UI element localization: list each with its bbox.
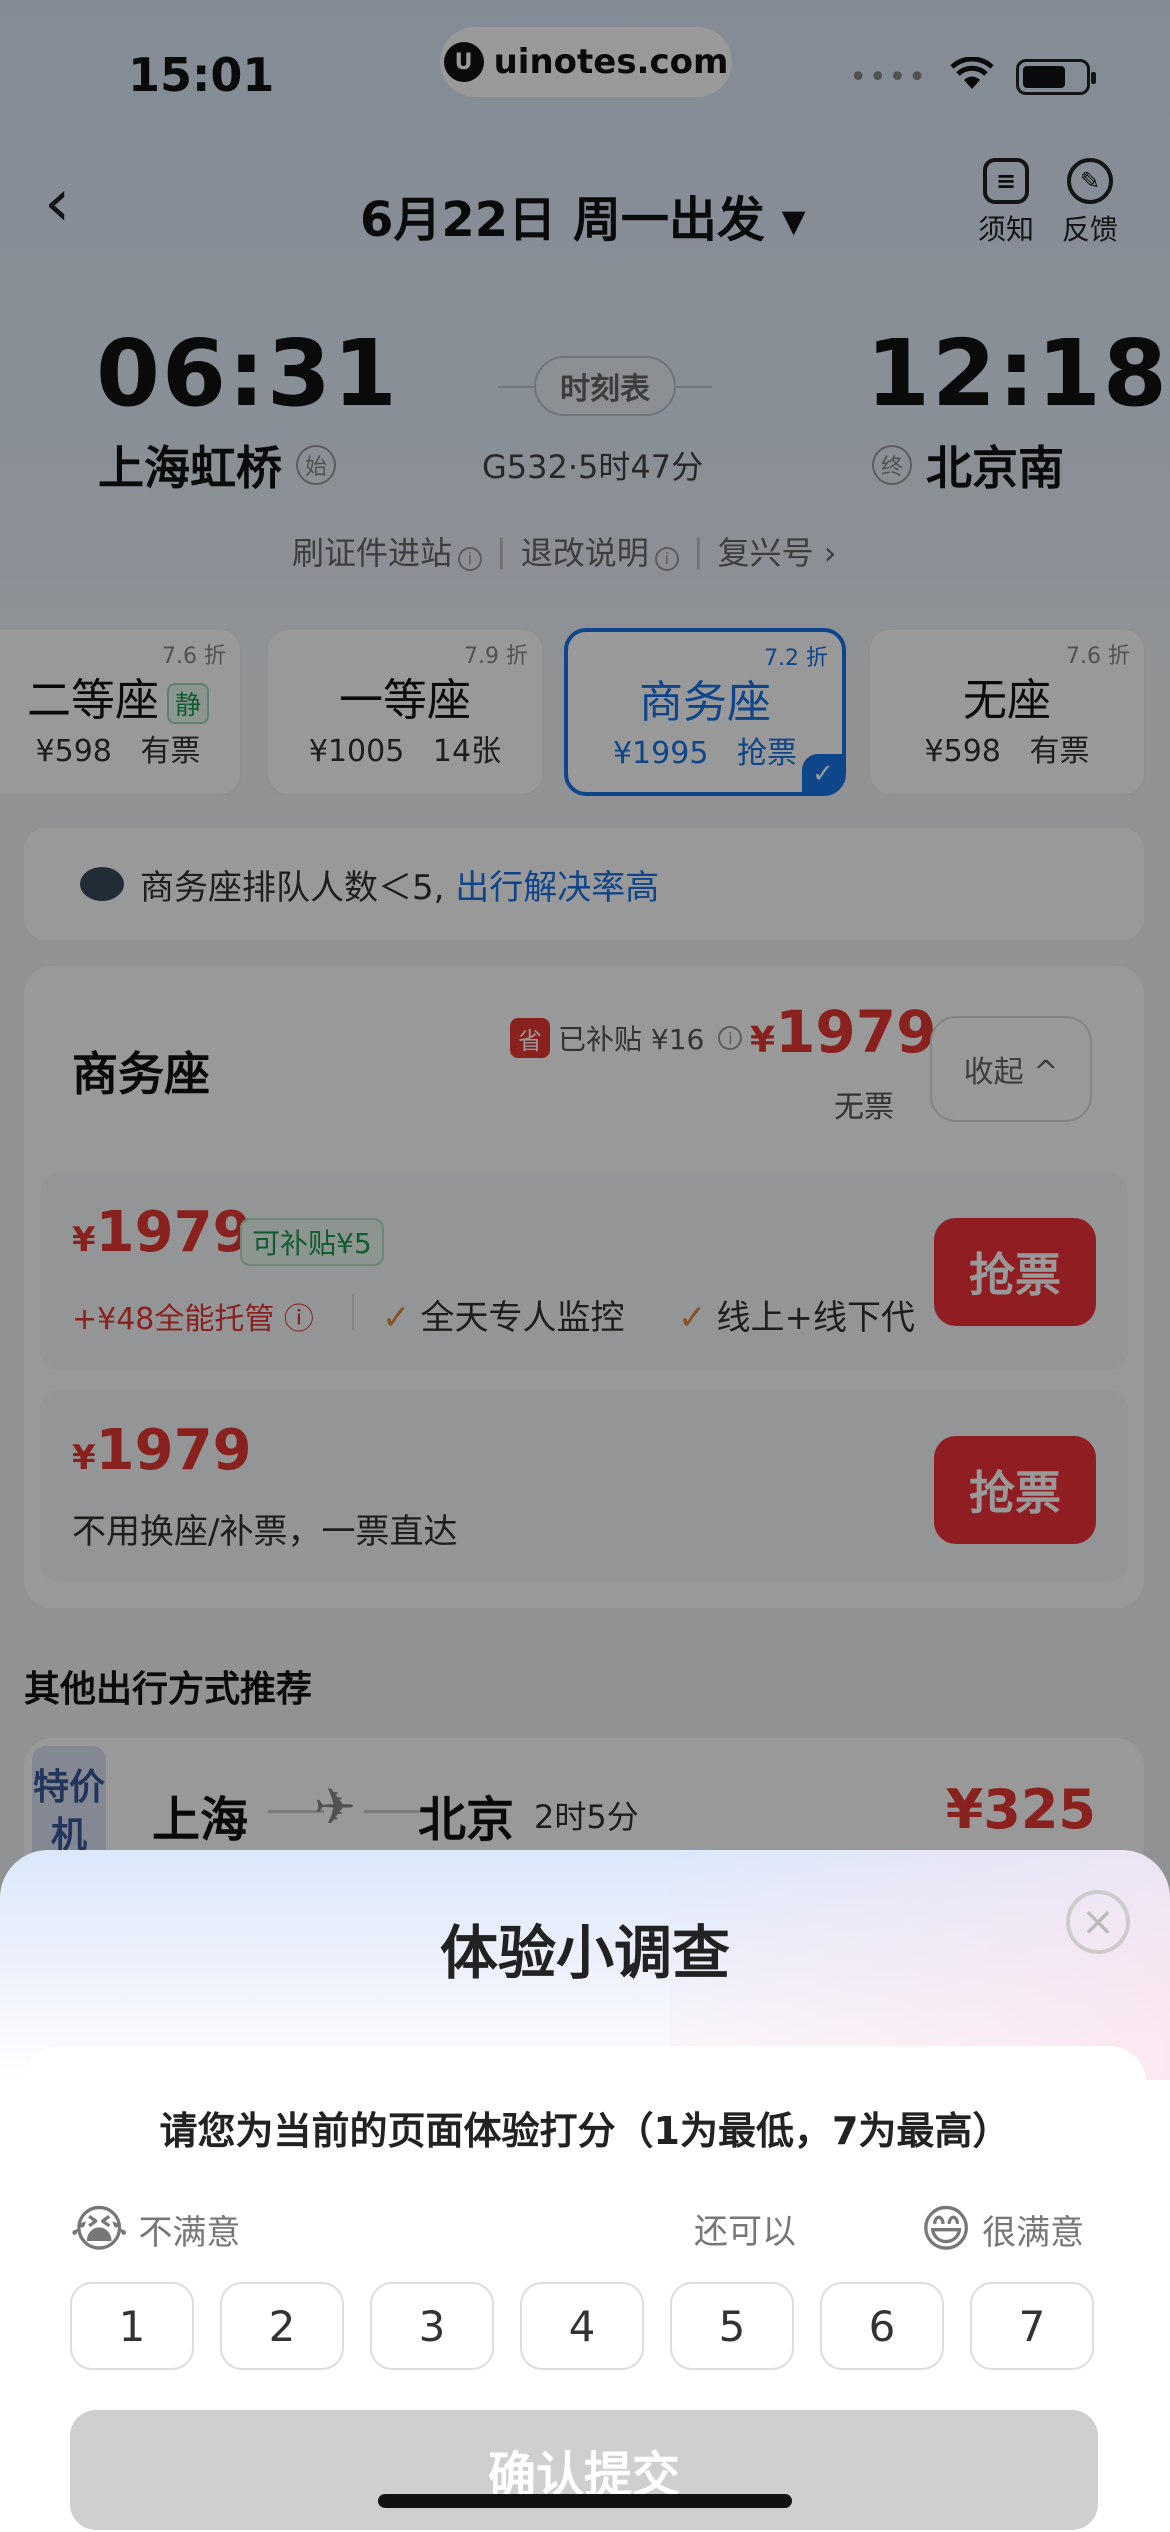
scale-high-label: 很满意 [982,2212,1085,2253]
rating-7-button[interactable]: 7 [970,2282,1094,2370]
close-icon[interactable]: × [1066,1890,1130,1954]
survey-sheet: 体验小调查 × 请您为当前的页面体验打分（1为最低，7为最高） 😭 不满意 还可… [0,1850,1170,2532]
survey-title: 体验小调查 [439,1919,730,1987]
scale-mid: 还可以 [694,2204,796,2253]
rating-5-button[interactable]: 5 [670,2282,794,2370]
rating-1-button[interactable]: 1 [70,2282,194,2370]
survey-body: 请您为当前的页面体验打分（1为最低，7为最高） 😭 不满意 还可以 😄 很满意 … [24,2046,1146,2532]
rating-3-button[interactable]: 3 [370,2282,494,2370]
rating-4-button[interactable]: 4 [520,2282,644,2370]
survey-question: 请您为当前的页面体验打分（1为最低，7为最高） [159,2109,1011,2153]
scale-low: 😭 不满意 [70,2204,240,2254]
scale-high: 😄 很满意 [920,2204,1084,2254]
scale-low-label: 不满意 [138,2212,241,2253]
home-indicator[interactable] [378,2494,792,2508]
submit-button[interactable]: 确认提交 [70,2410,1098,2530]
rating-2-button[interactable]: 2 [220,2282,344,2370]
rating-options: 1 2 3 4 5 6 7 [70,2282,1094,2370]
rating-6-button[interactable]: 6 [820,2282,944,2370]
scale-mid-label: 还可以 [694,2212,796,2252]
smiling-face-icon: 😄 [920,2200,973,2258]
crying-face-icon: 😭 [70,2200,129,2258]
